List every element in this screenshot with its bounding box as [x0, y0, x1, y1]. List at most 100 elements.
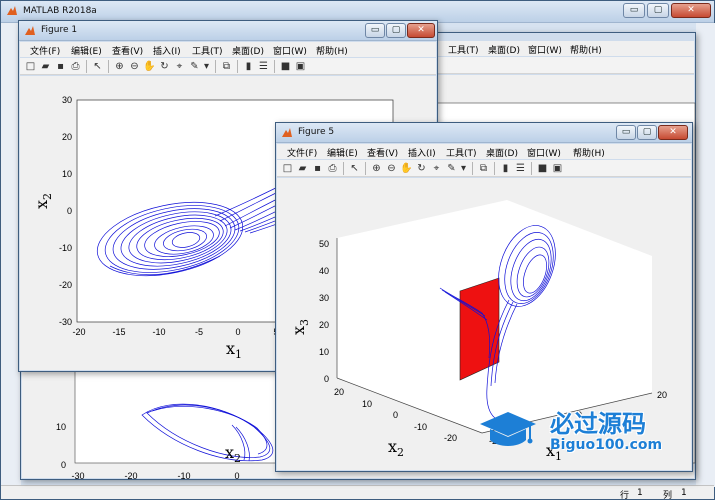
colorbar-icon[interactable]: ▮	[499, 162, 512, 175]
right-panel-strip	[696, 23, 715, 487]
menu-desktop-behind[interactable]: 桌面(D)	[488, 43, 520, 56]
menu-edit[interactable]: 编辑(E)	[327, 146, 358, 159]
col-value: 1	[681, 488, 687, 498]
f5-z-tick-30: 30	[319, 293, 329, 303]
show-tools-icon[interactable]: ▣	[294, 60, 307, 73]
menu-help[interactable]: 帮助(H)	[573, 146, 605, 159]
menu-help-behind[interactable]: 帮助(H)	[570, 43, 602, 56]
open-file-icon[interactable]: ▰	[39, 60, 52, 73]
behind-xlabel-main: x	[225, 443, 235, 462]
menu-window[interactable]: 窗口(W)	[527, 146, 561, 159]
f5-ylabel-main: x	[388, 437, 398, 456]
matlab-logo-icon	[7, 6, 17, 15]
maximize-button[interactable]: ▢	[647, 3, 669, 18]
save-icon[interactable]: ▪	[54, 60, 67, 73]
f1-y-tick-30: 30	[62, 95, 72, 105]
legend-icon[interactable]: ☰	[514, 162, 527, 175]
f1-y-tick-m10: -10	[59, 243, 72, 253]
figure1-maximize-button[interactable]: ▢	[386, 23, 406, 38]
f1-xlabel-main: x	[226, 339, 236, 358]
figure5-minimize-button[interactable]: ▭	[616, 125, 636, 140]
figure1-minimize-button[interactable]: ▭	[365, 23, 385, 38]
hide-tools-icon[interactable]: ■	[536, 162, 549, 175]
f5-z-tick-50: 50	[319, 239, 329, 249]
behind-y-tick-10: 10	[56, 422, 66, 432]
figure5-title: Figure 5	[298, 127, 335, 137]
behind-x-tick-m30: -30	[71, 471, 84, 479]
link-plot-icon[interactable]: ⧉	[220, 60, 233, 73]
f5-z-tick-10: 10	[319, 347, 329, 357]
f1-y-tick-10: 10	[62, 169, 72, 179]
print-icon[interactable]: ⎙	[69, 60, 82, 73]
f1-xlabel-sub: 1	[235, 348, 243, 362]
zoom-in-icon[interactable]: ⊕	[370, 162, 383, 175]
watermark-url: Biguo100.com	[550, 437, 663, 453]
menu-view[interactable]: 查看(V)	[112, 44, 143, 57]
link-plot-icon[interactable]: ⧉	[477, 162, 490, 175]
pan-icon[interactable]: ✋	[400, 162, 413, 175]
pointer-icon[interactable]: ↖	[348, 162, 361, 175]
print-icon[interactable]: ⎙	[326, 162, 339, 175]
f5-y-tick-10: 10	[362, 399, 372, 409]
f5-y-tick-20: 20	[334, 387, 344, 397]
menu-tools-behind[interactable]: 工具(T)	[448, 43, 479, 56]
figure1-close-button[interactable]: ✕	[407, 23, 435, 38]
menu-window[interactable]: 窗口(W)	[273, 44, 307, 57]
menu-insert[interactable]: 插入(I)	[153, 44, 181, 57]
f1-ylabel-sub: 2	[41, 192, 55, 200]
menu-window-behind[interactable]: 窗口(W)	[528, 43, 562, 56]
figure5-close-button[interactable]: ✕	[658, 125, 688, 140]
pan-icon[interactable]: ✋	[143, 60, 156, 73]
menu-tools[interactable]: 工具(T)	[446, 146, 477, 159]
close-button[interactable]: ✕	[671, 3, 711, 18]
figure1-toolbar: □ ▰ ▪ ⎙ ↖ ⊕ ⊖ ✋ ↻ ⌖ ✎ ▾ ⧉ ▮ ☰ ■ ▣	[20, 58, 436, 75]
menu-file[interactable]: 文件(F)	[287, 146, 317, 159]
watermark: 必过源码 Biguo100.com	[478, 404, 693, 460]
new-figure-icon[interactable]: □	[281, 162, 294, 175]
f5-z-tick-40: 40	[319, 266, 329, 276]
brush-dropdown-icon[interactable]: ▾	[200, 60, 213, 73]
menu-tools[interactable]: 工具(T)	[192, 44, 223, 57]
behind-x-tick-0: 0	[234, 471, 239, 479]
open-file-icon[interactable]: ▰	[296, 162, 309, 175]
menu-view[interactable]: 查看(V)	[367, 146, 398, 159]
f5-zlabel-main: x	[289, 325, 308, 335]
legend-icon[interactable]: ☰	[257, 60, 270, 73]
f5-zlabel-sub: 3	[298, 318, 312, 326]
zoom-out-icon[interactable]: ⊖	[385, 162, 398, 175]
new-figure-icon[interactable]: □	[24, 60, 37, 73]
brush-dropdown-icon[interactable]: ▾	[457, 162, 470, 175]
zoom-in-icon[interactable]: ⊕	[113, 60, 126, 73]
menu-edit[interactable]: 编辑(E)	[71, 44, 102, 57]
data-cursor-icon[interactable]: ⌖	[430, 162, 443, 175]
f5-x-tick-20: 20	[657, 390, 667, 400]
f1-x-tick-m20: -20	[72, 327, 85, 337]
f5-y-tick-m20: -20	[444, 433, 457, 443]
figure1-titlebar: Figure 1 ▭ ▢ ✕	[19, 21, 437, 41]
f5-z-tick-20: 20	[319, 320, 329, 330]
menu-desktop[interactable]: 桌面(D)	[232, 44, 264, 57]
zoom-out-icon[interactable]: ⊖	[128, 60, 141, 73]
hide-tools-icon[interactable]: ■	[279, 60, 292, 73]
data-cursor-icon[interactable]: ⌖	[173, 60, 186, 73]
row-value: 1	[637, 488, 643, 498]
menu-insert[interactable]: 插入(I)	[408, 146, 436, 159]
menu-desktop[interactable]: 桌面(D)	[486, 146, 518, 159]
f5-z-tick-0: 0	[324, 374, 329, 384]
figure5-toolbar: □ ▰ ▪ ⎙ ↖ ⊕ ⊖ ✋ ↻ ⌖ ✎ ▾ ⧉ ▮ ☰ ■ ▣	[277, 160, 691, 177]
row-label: 行	[620, 491, 630, 500]
show-tools-icon[interactable]: ▣	[551, 162, 564, 175]
behind-x-tick-m20: -20	[124, 471, 137, 479]
colorbar-icon[interactable]: ▮	[242, 60, 255, 73]
menu-file[interactable]: 文件(F)	[30, 44, 60, 57]
rotate-icon[interactable]: ↻	[415, 162, 428, 175]
pointer-icon[interactable]: ↖	[91, 60, 104, 73]
minimize-button[interactable]: ▭	[623, 3, 645, 18]
figure5-maximize-button[interactable]: ▢	[637, 125, 657, 140]
menu-help[interactable]: 帮助(H)	[316, 44, 348, 57]
rotate-icon[interactable]: ↻	[158, 60, 171, 73]
save-icon[interactable]: ▪	[311, 162, 324, 175]
f1-x-tick-m5: -5	[195, 327, 203, 337]
figure5-menu-bar: 文件(F) 编辑(E) 查看(V) 插入(I) 工具(T) 桌面(D) 窗口(W…	[277, 144, 691, 159]
f1-y-tick-m30: -30	[59, 317, 72, 327]
